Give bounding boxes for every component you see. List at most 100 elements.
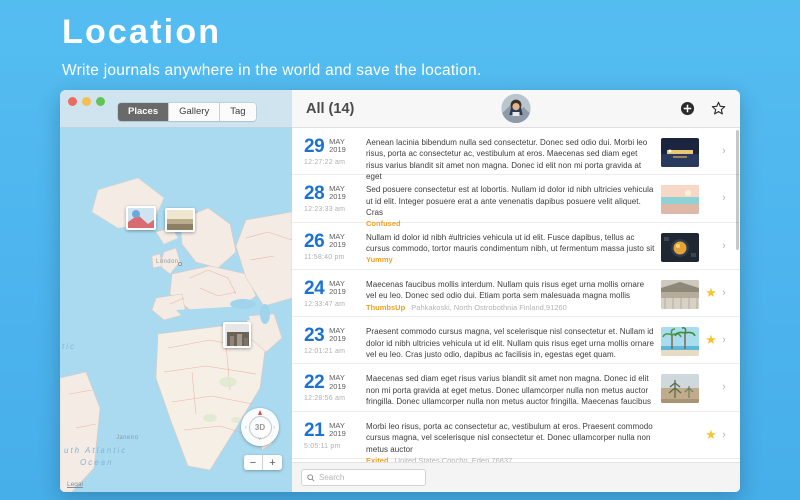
entry-year: 2019 [329, 428, 346, 438]
chevron-right-icon[interactable]: › [718, 192, 730, 204]
entry-location: United States Concho, Eden 76837 [394, 455, 513, 462]
minimize-window-icon[interactable] [82, 97, 91, 106]
entry-list-item[interactable]: 21 MAY 2019 5:05:11 pm Morbi leo risus, … [292, 412, 740, 462]
map-zoom-controls[interactable]: − + [244, 455, 282, 470]
chevron-right-icon[interactable]: › [718, 145, 730, 157]
entry-tag[interactable]: Yummy [366, 255, 393, 264]
close-window-icon[interactable] [68, 97, 77, 106]
entry-thumbnail[interactable] [661, 185, 699, 215]
avatar-photo [501, 94, 531, 123]
entry-star-icon[interactable]: ★ [704, 191, 718, 204]
entry-meta: Yummy [366, 255, 655, 264]
entry-list[interactable]: 29 MAY 2019 12:27:22 am Aenean lacinia b… [292, 128, 740, 462]
entry-year: 2019 [329, 239, 346, 249]
compass-3d-label[interactable]: 3D [248, 415, 272, 439]
entry-year: 2019 [329, 334, 346, 344]
entry-thumbnail[interactable] [661, 138, 699, 167]
entry-star-icon[interactable]: ★ [704, 380, 718, 393]
entry-month-year: MAY 2019 [329, 279, 346, 298]
entry-date: 26 MAY 2019 11:58:40 pm [304, 232, 366, 261]
compass-tick-bottom: ˅ [258, 437, 262, 443]
entry-content: Maecenas sed diam eget risus varius blan… [366, 373, 661, 407]
entry-star-icon[interactable]: ★ [704, 428, 718, 441]
search-placeholder: Search [319, 473, 345, 482]
entry-list-item[interactable]: 24 MAY 2019 12:33:47 am Maecenas faucibu… [292, 270, 740, 318]
entry-star-icon[interactable]: ★ [704, 144, 718, 157]
list-scrollbar[interactable] [736, 130, 739, 250]
entry-day: 28 [304, 183, 325, 205]
entry-thumbnail[interactable] [661, 327, 699, 357]
entry-month-year: MAY 2019 [329, 326, 346, 345]
entry-star-icon[interactable]: ★ [704, 239, 718, 252]
entry-thumbnail[interactable] [661, 232, 699, 262]
entry-list-item[interactable]: 26 MAY 2019 11:58:40 pm Nullam id dolor … [292, 223, 740, 270]
entry-star-icon[interactable]: ★ [704, 333, 718, 346]
list-footer: Search [292, 462, 740, 492]
zoom-window-icon[interactable] [96, 97, 105, 106]
map-compass-3d-control[interactable]: ‹ › ˅ 3D [241, 408, 279, 446]
segment-places[interactable]: Places [118, 103, 170, 121]
chevron-right-icon[interactable]: › [718, 429, 730, 441]
map-label-london: London [156, 259, 179, 265]
avatar[interactable] [501, 94, 531, 123]
entry-text: Aenean lacinia bibendum nulla sed consec… [366, 138, 648, 182]
traffic-lights[interactable] [68, 97, 105, 106]
entry-content: Sed posuere consectetur est at lobortis.… [366, 184, 661, 228]
entry-text: Praesent commodo cursus magna, vel scele… [366, 327, 654, 359]
city-dot-london [178, 262, 182, 266]
entry-tag[interactable]: ThumbsUp [366, 303, 405, 312]
compass-needle-icon [258, 410, 262, 415]
entry-month-year: MAY 2019 [329, 137, 346, 156]
map-pin-photo[interactable] [223, 322, 251, 348]
window-body: London Janeiro tic uth Atlantic Ocean ‹ … [60, 128, 740, 492]
entry-day: 29 [304, 136, 325, 157]
chevron-right-icon[interactable]: › [718, 240, 730, 252]
entry-content: Nullam id dolor id nibh #ultricies vehic… [366, 232, 661, 265]
entry-list-item[interactable]: 23 MAY 2019 12:01:21 am Praesent commodo… [292, 317, 740, 365]
entry-thumbnail[interactable] [661, 279, 699, 309]
map-zoom-out-button[interactable]: − [244, 455, 263, 470]
entry-time: 12:27:22 am [304, 159, 346, 166]
entry-list-item[interactable]: 22 MAY 2019 12:28:56 am Maecenas sed dia… [292, 364, 740, 412]
map-label-janeiro: Janeiro [116, 435, 139, 441]
entry-text: Morbi leo risus, porta ac consectetur ac… [366, 421, 653, 454]
entry-tag[interactable]: Exited [366, 456, 389, 462]
map-zoom-in-button[interactable]: + [263, 455, 282, 470]
chevron-right-icon[interactable]: › [718, 381, 730, 393]
map-label-south-atlantic: uth Atlantic [64, 446, 128, 455]
chevron-right-icon[interactable]: › [718, 334, 730, 346]
window-titlebar: Places Gallery Tag All (14) [60, 90, 740, 128]
map-legal-link[interactable]: Legal [67, 481, 83, 488]
titlebar-left: Places Gallery Tag [60, 90, 292, 128]
entry-tag[interactable]: Confused [366, 219, 401, 228]
entry-content: Aenean lacinia bibendum nulla sed consec… [366, 137, 661, 182]
map-pane[interactable]: London Janeiro tic uth Atlantic Ocean ‹ … [60, 128, 292, 492]
search-icon [307, 473, 315, 482]
entry-month-year: MAY 2019 [329, 232, 346, 251]
entry-star-icon[interactable]: ★ [704, 286, 718, 299]
entry-thumbnail-empty [661, 422, 699, 451]
segment-tag[interactable]: Tag [220, 103, 256, 121]
search-input[interactable]: Search [301, 469, 426, 486]
titlebar-right: All (14) [292, 90, 740, 128]
star-outline-icon[interactable] [711, 101, 726, 116]
entry-text: Sed posuere consectetur est at lobortis.… [366, 185, 654, 218]
entry-time: 12:33:47 am [304, 300, 346, 308]
entry-year: 2019 [329, 381, 346, 391]
map-pin-photo[interactable] [126, 206, 156, 230]
entry-day: 21 [304, 419, 325, 441]
entry-thumbnail[interactable] [661, 374, 699, 404]
view-mode-segmented-control[interactable]: Places Gallery Tag [118, 103, 256, 121]
page-subtitle: Write journals anywhere in the world and… [62, 62, 482, 80]
entry-date: 23 MAY 2019 12:01:21 am [304, 326, 366, 355]
segment-gallery[interactable]: Gallery [169, 103, 221, 121]
promo-header: Location Write journals anywhere in the … [62, 13, 762, 80]
plus-circle-icon[interactable] [680, 101, 695, 116]
page-title: Location [62, 13, 222, 51]
map-pin-photo[interactable] [165, 208, 195, 232]
entry-list-item[interactable]: 29 MAY 2019 12:27:22 am Aenean lacinia b… [292, 128, 740, 181]
map-label-atlantic-fragment: tic [62, 342, 76, 351]
entry-month-year: MAY 2019 [329, 184, 346, 203]
chevron-right-icon[interactable]: › [718, 287, 730, 299]
entry-date: 22 MAY 2019 12:28:56 am [304, 373, 366, 402]
